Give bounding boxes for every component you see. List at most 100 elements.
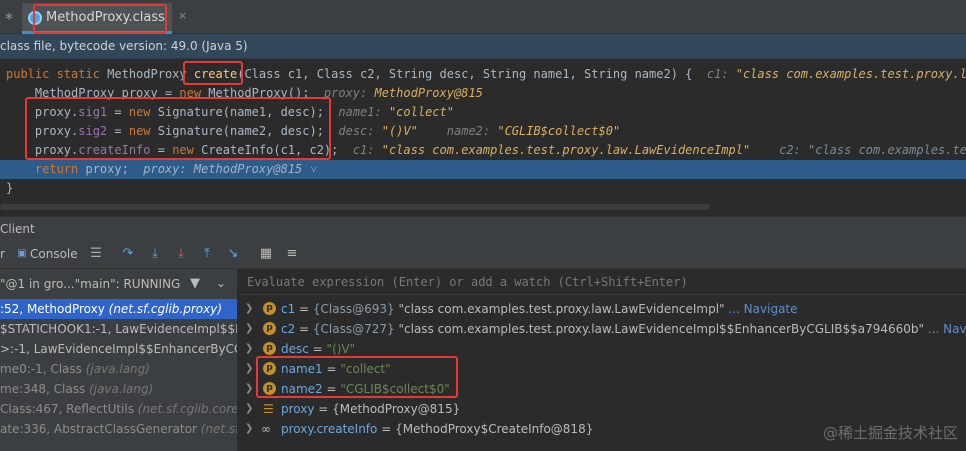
close-icon[interactable]: × xyxy=(178,9,187,22)
frame-package: (java.lang) xyxy=(89,382,154,396)
inline-hint: proxy: MethodProxy@815 ˅ xyxy=(143,162,318,176)
frame-package: (java.lang) xyxy=(85,362,150,376)
inline-hint: c2: "class com.examples.test.p xyxy=(779,143,966,157)
evaluate-placeholder: Evaluate expression (Enter) or add a wat… xyxy=(247,275,688,289)
inline-hint-name: c1: xyxy=(352,143,382,157)
parameter-icon: p xyxy=(263,342,276,355)
horizontal-scrollbar[interactable] xyxy=(0,204,710,210)
watermark: @稀土掘金技术社区 xyxy=(822,424,958,442)
stack-frame[interactable]: ate:336, AbstractClassGenerator (net.sf.… xyxy=(0,419,237,439)
variable-row[interactable]: ❯ p name1 = "collect" xyxy=(239,359,966,379)
code-editor[interactable]: public static MethodProxy create(Class c… xyxy=(0,59,966,212)
code-token: proxy; xyxy=(85,162,129,176)
code-token: proxy. xyxy=(6,143,79,157)
step-over-icon[interactable]: ↷ xyxy=(120,246,136,262)
variable-row[interactable]: ❯ ☰ proxy = {MethodProxy@815} xyxy=(239,399,966,419)
debug-session-title[interactable]: Client xyxy=(0,222,35,236)
method-name: create xyxy=(193,67,238,81)
inline-hint-name: desc: xyxy=(338,124,382,138)
expand-arrow-icon[interactable]: ❯ xyxy=(245,379,253,399)
frame-method: >:-1, LawEvidenceImpl$$EnhancerByCGLI xyxy=(0,342,238,356)
parameter-icon: p xyxy=(263,362,276,375)
thread-selector[interactable]: "@1 in gro..."main": RUNNING ▼ ⌄ xyxy=(0,273,237,295)
more-icon[interactable]: ≡ xyxy=(284,246,300,262)
pin-icon[interactable]: ∗ xyxy=(4,9,14,23)
variable-text: proxy = {MethodProxy@815} xyxy=(281,402,461,416)
java-class-icon xyxy=(28,11,42,25)
inline-hint-value: "class com.examples.test.proxy.law.LawEv… xyxy=(381,143,751,157)
stack-frame[interactable]: $STATICHOOK1:-1, LawEvidenceImpl$$Er xyxy=(0,319,238,339)
variable-row[interactable]: ❯ p desc = "()V" xyxy=(239,339,966,359)
variable-row[interactable]: ❯ p c2 = {Class@727} "class com.examples… xyxy=(239,319,966,339)
editor-tab-bar: ∗ MethodProxy.class × xyxy=(0,0,966,34)
filter-icon[interactable]: ▼ xyxy=(190,276,200,291)
stack-frame[interactable]: :52, MethodProxy (net.sf.cglib.proxy) xyxy=(0,299,237,319)
frame-method: :52, MethodProxy xyxy=(0,302,109,316)
stack-frame[interactable]: me0:-1, Class (java.lang) xyxy=(0,359,237,379)
expand-arrow-icon[interactable]: ❯ xyxy=(245,339,253,359)
inline-hint-name: name1: xyxy=(338,105,389,119)
expand-arrow-icon[interactable]: ❯ xyxy=(245,319,253,339)
variable-text: proxy.createInfo = {MethodProxy$CreateIn… xyxy=(281,422,594,436)
inline-hint-value: "collect" xyxy=(388,105,454,119)
variable-row[interactable]: ❯ p name2 = "CGLIB$collect$0" xyxy=(239,379,966,399)
navigate-link[interactable]: ... Navigate xyxy=(728,302,797,316)
variable-name: proxy xyxy=(281,402,315,416)
stack-frame[interactable]: me:348, Class (java.lang) xyxy=(0,379,237,399)
frame-package: (net.sf.cglib.core) xyxy=(137,402,238,416)
variable-name: name2 xyxy=(281,382,323,396)
debug-toolbar: r ▣ Console ☰ ↷ ⤓ ⤓ ⤒ ↘ ▦ ≡ xyxy=(0,241,966,269)
code-token: CreateInfo(c1, c2); xyxy=(201,143,339,157)
inline-hint-name: proxy: xyxy=(323,86,375,100)
variable-value: "class com.examples.test.proxy.law.LawEv… xyxy=(398,302,725,316)
inline-hint-value: "()V" xyxy=(381,124,418,138)
expand-arrow-icon[interactable]: ❯ xyxy=(245,399,253,419)
frame-method: me:348, Class xyxy=(0,382,90,396)
variable-name: desc xyxy=(281,342,309,356)
navigate-link[interactable]: ... Navigate xyxy=(928,322,966,336)
expand-arrow-icon[interactable]: ❯ xyxy=(245,299,253,319)
code-token: = xyxy=(150,143,173,157)
force-step-into-icon[interactable]: ⤓ xyxy=(173,246,189,262)
parameter-icon: p xyxy=(263,302,276,315)
variable-name: c1 xyxy=(281,302,296,316)
expand-arrow-icon[interactable]: ❯ xyxy=(245,419,253,439)
evaluate-expression-input[interactable]: Evaluate expression (Enter) or add a wat… xyxy=(239,269,966,295)
code-token: MethodProxy(); xyxy=(208,86,310,100)
step-out-icon[interactable]: ⤒ xyxy=(199,246,215,262)
code-token: new xyxy=(179,86,209,100)
parameter-icon: p xyxy=(263,322,276,335)
parameter-icon: p xyxy=(263,382,276,395)
debug-tool-window-header: Client xyxy=(0,216,966,241)
frames-tab[interactable]: r xyxy=(0,247,5,261)
run-to-cursor-icon[interactable]: ↘ xyxy=(225,246,241,262)
stack-frame[interactable]: >:-1, LawEvidenceImpl$$EnhancerByCGLI xyxy=(0,339,238,359)
expand-arrow-icon[interactable]: ❯ xyxy=(245,359,253,379)
tab-methodproxy-class[interactable]: MethodProxy.class xyxy=(22,3,172,34)
thread-label: "@1 in gro..."main": RUNNING xyxy=(0,277,181,291)
variable-row[interactable]: ❯ p c1 = {Class@693} "class com.examples… xyxy=(239,299,966,319)
code-line-1: public static MethodProxy create(Class c… xyxy=(6,65,966,84)
code-token: return xyxy=(6,162,86,176)
field-name: sig2 xyxy=(78,124,108,138)
variable-value: {MethodProxy$CreateInfo@818} xyxy=(395,422,594,436)
frame-package: (net.sf.cglib.proxy) xyxy=(108,302,223,316)
stack-frame[interactable]: Class:467, ReflectUtils (net.sf.cglib.co… xyxy=(0,399,238,419)
code-token: Signature(name1, desc); xyxy=(157,105,324,119)
step-into-icon[interactable]: ⤓ xyxy=(147,246,163,262)
evaluate-icon[interactable]: ▦ xyxy=(258,246,274,262)
variable-type: {Class@727} xyxy=(312,322,395,336)
code-token: } xyxy=(6,181,14,195)
frames-pane: "@1 in gro..."main": RUNNING ▼ ⌄ :52, Me… xyxy=(0,269,238,451)
code-line-2: MethodProxy proxy = new MethodProxy(); p… xyxy=(6,84,966,103)
menu-lines-icon[interactable]: ☰ xyxy=(88,246,104,262)
console-tab[interactable]: Console xyxy=(30,247,78,261)
code-line-5: proxy.createInfo = new CreateInfo(c1, c2… xyxy=(6,141,966,160)
frame-method: $STATICHOOK1:-1, LawEvidenceImpl$$Er xyxy=(0,322,238,336)
inline-hint-value: "CGLIB$collect$0" xyxy=(497,124,621,138)
chevron-down-icon[interactable]: ⌄ xyxy=(216,276,226,290)
variable-value: "class com.examples.test.proxy.law.LawEv… xyxy=(398,322,925,336)
banner-text: class file, bytecode version: 49.0 (Java… xyxy=(0,39,248,53)
frame-method: Class:467, ReflectUtils xyxy=(0,402,138,416)
field-name: sig1 xyxy=(78,105,108,119)
